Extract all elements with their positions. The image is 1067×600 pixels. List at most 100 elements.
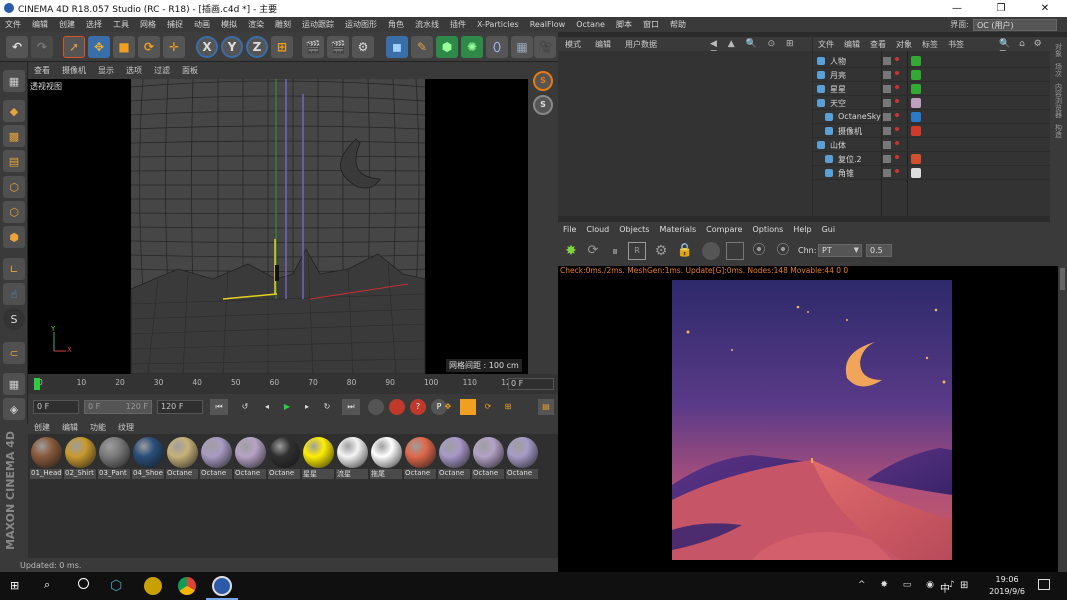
side-tab[interactable]: 构造: [1054, 124, 1064, 138]
menu-item[interactable]: 创建: [54, 19, 81, 30]
render-view-icon[interactable]: 🎬: [302, 36, 324, 58]
visibility-toggle[interactable]: [883, 155, 891, 163]
object-menu-item[interactable]: 编辑: [839, 39, 865, 50]
visibility-toggle[interactable]: [883, 57, 891, 65]
grid-icon[interactable]: ▦: [3, 373, 25, 395]
deformer-icon[interactable]: ⬯: [486, 36, 508, 58]
taskbar-app-2-icon[interactable]: [144, 577, 162, 595]
material-swatch[interactable]: 04_Shoe: [132, 437, 164, 481]
channel-select[interactable]: PT ▼: [818, 244, 862, 257]
sculpt-icon[interactable]: ◈: [3, 398, 25, 420]
octane-clay-icon[interactable]: [702, 242, 720, 260]
z-axis-lock-button[interactable]: Z: [246, 36, 268, 58]
render-settings-icon[interactable]: ⚙: [352, 36, 374, 58]
attribute-menu-item[interactable]: 模式: [558, 39, 588, 50]
octane-menu-item[interactable]: Materials: [654, 225, 701, 234]
menu-item[interactable]: 编辑: [27, 19, 54, 30]
next-key-icon[interactable]: ↻: [318, 399, 336, 415]
octane-s2-icon[interactable]: S: [533, 95, 553, 115]
side-tab[interactable]: 场次: [1054, 63, 1064, 77]
material-swatch[interactable]: Octane: [438, 437, 470, 481]
render-toggle-dot[interactable]: [895, 127, 899, 131]
octane-value-select[interactable]: 0.5: [866, 244, 892, 257]
render-toggle-dot[interactable]: [895, 85, 899, 89]
menu-item[interactable]: 流水线: [410, 19, 445, 30]
material-swatch[interactable]: Octane: [404, 437, 436, 481]
menu-item[interactable]: 帮助: [665, 19, 692, 30]
magnet-icon[interactable]: ⊂: [3, 342, 25, 364]
material-swatch[interactable]: 拖尾: [370, 437, 402, 481]
render-toggle-dot[interactable]: [895, 57, 899, 61]
octane-pick-material-icon[interactable]: ⦿: [774, 242, 792, 260]
octane-frame-icon[interactable]: [726, 242, 744, 260]
render-toggle-dot[interactable]: [895, 99, 899, 103]
menu-item[interactable]: X-Particles: [472, 20, 525, 29]
polygons-mode-icon[interactable]: ⬢: [3, 226, 25, 248]
material-swatch[interactable]: Octane: [166, 437, 198, 481]
x-axis-lock-button[interactable]: X: [196, 36, 218, 58]
object-row[interactable]: 月亮: [813, 68, 1050, 82]
start-icon[interactable]: ⊞: [10, 580, 22, 592]
visibility-toggle[interactable]: [883, 99, 891, 107]
material-swatch[interactable]: 03_Pant: [98, 437, 130, 481]
pen-icon[interactable]: ✎: [411, 36, 433, 58]
timeline-ruler[interactable]: 0102030405060708090100110120 0 F: [28, 374, 558, 394]
material-swatch[interactable]: 流星: [336, 437, 368, 481]
cinema4d-taskbar-icon[interactable]: [212, 576, 232, 596]
viewport-menu-item[interactable]: 查看: [28, 65, 56, 76]
coordinate-system-icon[interactable]: ⊞: [271, 36, 293, 58]
search-icon[interactable]: ⌕: [44, 578, 50, 592]
key-param-toggle-icon[interactable]: ⊞: [500, 399, 516, 415]
start-frame-field[interactable]: 0 F: [33, 400, 79, 414]
material-swatch[interactable]: 02_Shirt: [64, 437, 96, 481]
notification-icon[interactable]: [1038, 579, 1050, 590]
ime-indicator[interactable]: 中: [940, 580, 950, 595]
object-menu-item[interactable]: 标签: [917, 39, 943, 50]
render-toggle-dot[interactable]: [895, 71, 899, 75]
material-swatch[interactable]: 星星: [302, 437, 334, 481]
object-row[interactable]: 山体: [813, 138, 1050, 152]
octane-menu-item[interactable]: Objects: [614, 225, 654, 234]
object-menu-item[interactable]: 查看: [865, 39, 891, 50]
object-tag-icon[interactable]: [911, 70, 921, 80]
range-slider[interactable]: 0 F 120 F: [84, 400, 152, 414]
material-menu-item[interactable]: 创建: [28, 422, 56, 433]
object-row[interactable]: 天空: [813, 96, 1050, 110]
menu-item[interactable]: 雕刻: [270, 19, 297, 30]
object-tag-icon[interactable]: [911, 168, 921, 178]
key-scale-toggle-icon[interactable]: [460, 399, 476, 415]
end-frame-field[interactable]: 120 F: [157, 400, 203, 414]
render-toggle-dot[interactable]: [895, 169, 899, 173]
octane-s-icon[interactable]: S: [533, 71, 553, 91]
snap-icon[interactable]: S: [3, 308, 25, 330]
object-row[interactable]: 人物: [813, 54, 1050, 68]
task-view-icon[interactable]: [78, 578, 89, 589]
material-menu-item[interactable]: 功能: [84, 422, 112, 433]
chrome-icon[interactable]: [178, 577, 196, 595]
viewport-menu-item[interactable]: 显示: [92, 65, 120, 76]
material-swatch[interactable]: 01_Head: [30, 437, 62, 481]
visibility-toggle[interactable]: [883, 85, 891, 93]
maximize-button[interactable]: ❐: [979, 3, 1023, 14]
y-axis-lock-button[interactable]: Y: [221, 36, 243, 58]
viewport-menu-item[interactable]: 过滤: [148, 65, 176, 76]
menu-item[interactable]: 选择: [81, 19, 108, 30]
close-button[interactable]: ✕: [1023, 3, 1067, 14]
tweak-icon[interactable]: ☝: [3, 283, 25, 305]
visibility-toggle[interactable]: [883, 113, 891, 121]
material-swatch[interactable]: Octane: [234, 437, 266, 481]
material-swatch[interactable]: Octane: [506, 437, 538, 481]
octane-region-icon[interactable]: R: [628, 242, 646, 260]
menu-item[interactable]: RealFlow: [525, 20, 572, 29]
select-tool-icon[interactable]: ➚: [63, 36, 85, 58]
perspective-viewport[interactable]: Y X 透视视图 网格间距 : 100 cm: [28, 79, 528, 374]
octane-lock-icon[interactable]: 🔒: [676, 242, 694, 260]
octane-menu-item[interactable]: Cloud: [581, 225, 614, 234]
object-menu-item[interactable]: 对象: [891, 39, 917, 50]
layout-select[interactable]: OC (用户): [973, 18, 1057, 31]
redo-icon[interactable]: ↷: [31, 36, 53, 58]
visibility-toggle[interactable]: [883, 127, 891, 135]
render-toggle-dot[interactable]: [895, 141, 899, 145]
object-tag-icon[interactable]: [911, 154, 921, 164]
record-key-icon[interactable]: [389, 399, 405, 415]
